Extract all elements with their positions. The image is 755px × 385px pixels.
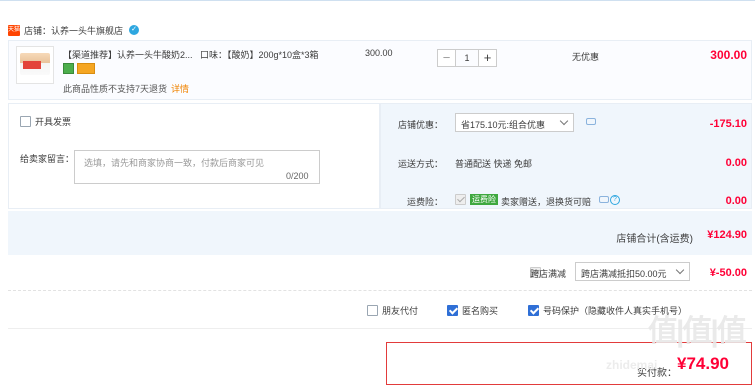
cross-store-label: 跨店满减 [530,269,567,279]
divider [8,328,752,329]
comment-icon[interactable] [599,196,609,203]
friend-pay-option[interactable]: 朋友代付 [367,304,418,317]
unit-price: 300.00 [365,48,393,58]
shipping-label: 运送方式： [398,159,444,169]
coupon-value: 省175.10元:组合优惠 [461,120,546,130]
invoice-option[interactable]: 开具发票 [20,115,71,128]
return-policy: 此商品性质不支持7天退货 详情 [63,82,189,95]
invoice-label: 开具发票 [35,117,72,127]
shipping-amount: 0.00 [725,157,747,169]
cross-store-value: 跨店满减抵扣50.00元 [581,269,667,279]
comment-icon[interactable] [586,118,596,125]
message-label: 给卖家留言： [20,154,75,164]
friend-pay-label: 朋友代付 [382,306,419,316]
quantity-stepper: − 1 + [437,49,497,67]
friend-pay-checkbox[interactable] [367,305,378,316]
insurance-amount: 0.00 [725,195,747,207]
guarantee-icon [63,63,74,74]
insurance-checkbox [455,194,466,206]
tmall-badge-icon: 天猫 [8,24,20,36]
coupon-amount: -175.10 [709,118,747,130]
credit-card-icon [77,63,95,74]
detail-link[interactable]: 详情 [171,84,189,94]
increase-quantity-button[interactable]: + [478,49,497,67]
return-policy-text: 此商品性质不支持7天退货 [63,84,168,94]
number-protection-checkbox[interactable] [528,305,539,316]
message-char-count: 0/200 [286,171,309,181]
insurance-badge: 运费险 [470,194,498,205]
chat-wangwang-icon[interactable]: ✓ [129,25,140,35]
insurance-label: 运费险： [407,197,444,207]
product-label-graphic [23,61,41,69]
shipping-mode: 普通配送 快递 免邮 [455,159,533,169]
watermark-text: zhidemai [606,358,658,372]
service-icons [63,63,95,74]
product-title[interactable]: 【渠道推荐】认养一头牛酸奶2... [63,48,193,61]
message-placeholder: 选填，请先和商家协商一致，付款后商家可见 [84,158,265,168]
shop-name[interactable]: 店铺：认养一头牛旗舰店 [24,24,123,37]
shop-total-amount: ¥124.90 [707,229,747,241]
divider [8,290,752,291]
cross-store-amount: ¥-50.00 [709,267,747,279]
product-thumbnail[interactable] [16,46,54,84]
insurance-text: 卖家赠送，退换货可赔 [501,197,592,207]
decrease-quantity-button[interactable]: − [437,49,456,67]
shop-total-label: 店铺合计(含运费) [616,234,693,245]
anonymous-checkbox[interactable] [447,305,458,316]
anonymous-label: 匿名购买 [462,306,499,316]
product-sku: 口味：【酸奶】200g*10盒*3箱 [200,50,319,60]
watermark-logo: 值|值|值 [648,315,747,348]
item-promotion: 无优惠 [572,52,600,62]
item-subtotal: 300.00 [710,48,747,62]
coupon-label: 店铺优惠： [398,120,444,130]
quantity-input[interactable]: 1 [456,49,478,67]
shop-header: 天猫 店铺：认养一头牛旗舰店 ✓ [8,22,140,38]
payment-amount: ¥74.90 [677,354,729,373]
anonymous-option[interactable]: 匿名购买 [447,304,498,317]
top-divider [0,0,755,4]
invoice-checkbox[interactable] [20,116,31,127]
help-icon[interactable]: ? [610,195,620,205]
